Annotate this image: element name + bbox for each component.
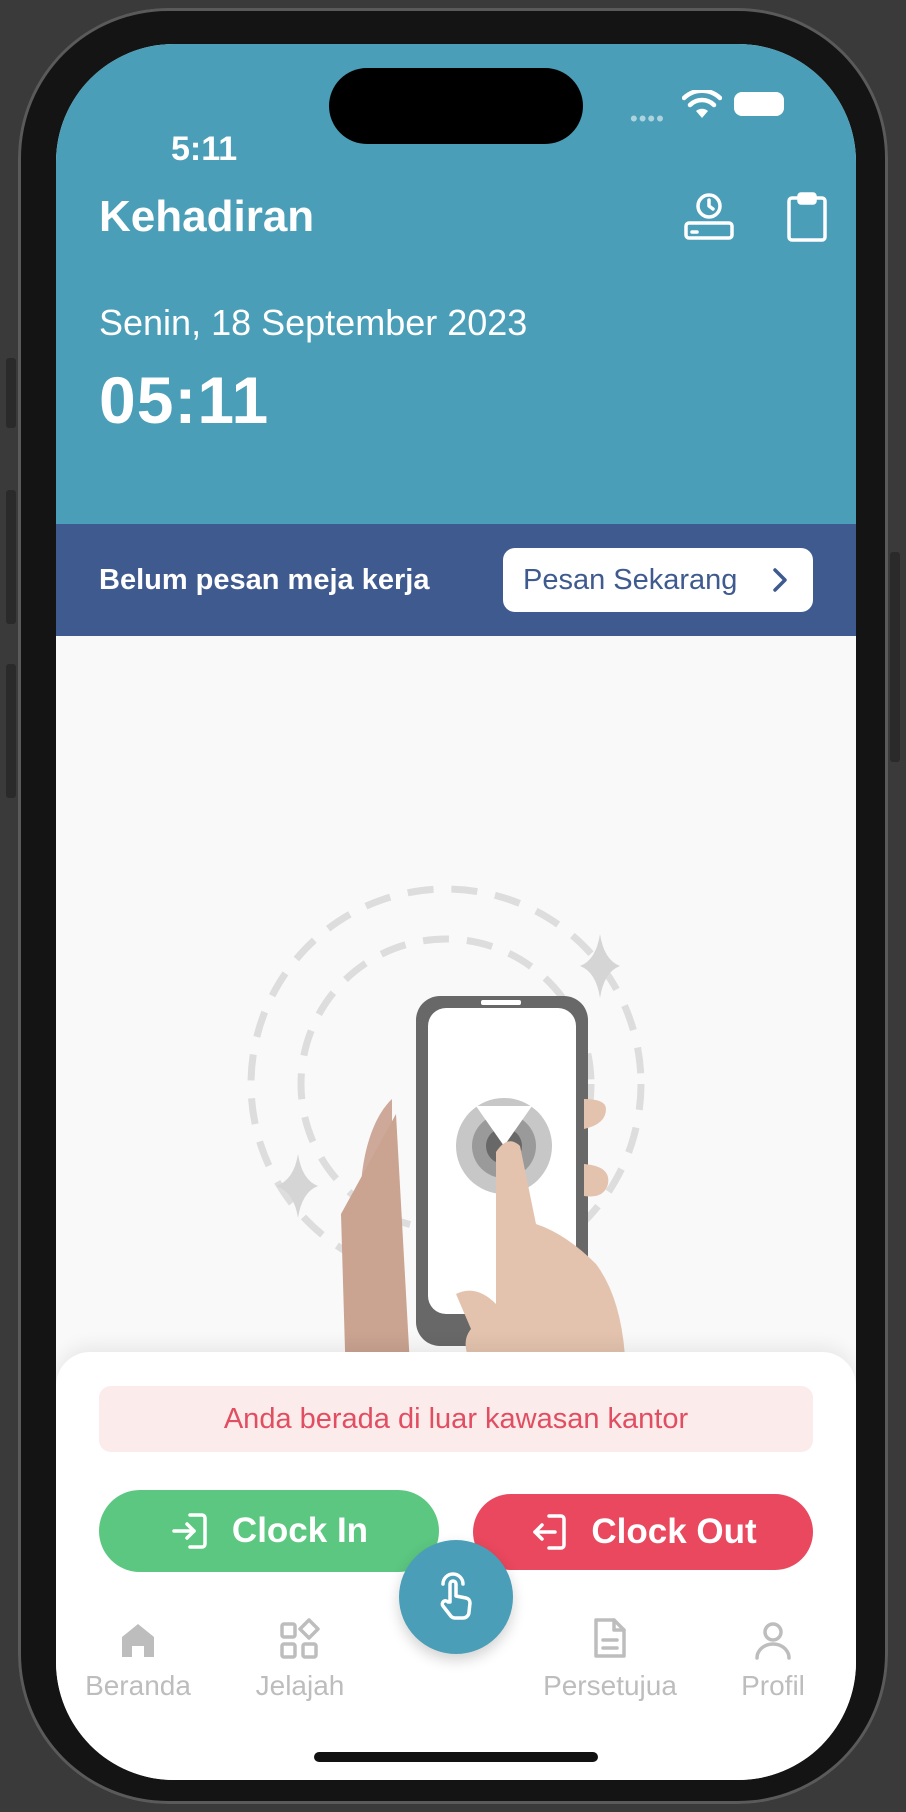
document-icon bbox=[594, 1618, 626, 1658]
page-title: Kehadiran bbox=[99, 192, 315, 241]
battery-icon bbox=[734, 92, 784, 116]
nav-item-persetujuan[interactable]: Persetujua bbox=[530, 1610, 690, 1702]
clipboard-icon bbox=[787, 192, 827, 242]
attendance-header: 5:11 •••• Kehadiran Senin, 18 September … bbox=[56, 44, 856, 524]
dynamic-island bbox=[329, 68, 583, 144]
phone-tap-illustration bbox=[247, 885, 645, 1354]
home-icon bbox=[122, 1624, 154, 1657]
clock-out-button[interactable]: Clock Out bbox=[473, 1494, 813, 1570]
explore-grid-icon bbox=[280, 1618, 320, 1659]
login-icon bbox=[172, 1513, 207, 1549]
attendance-tap-button[interactable] bbox=[399, 1540, 513, 1654]
app-screen: 5:11 •••• Kehadiran Senin, 18 September … bbox=[56, 44, 856, 1780]
nav-item-jelajah[interactable]: Jelajah bbox=[220, 1610, 380, 1702]
nav-item-beranda[interactable]: Beranda bbox=[58, 1610, 218, 1702]
home-indicator[interactable] bbox=[314, 1752, 598, 1762]
desk-booking-banner: Belum pesan meja kerja Pesan Sekarang bbox=[56, 524, 856, 636]
clock-history-icon bbox=[684, 193, 734, 240]
nav-item-label: Jelajah bbox=[255, 1670, 345, 1701]
attendance-history-button[interactable] bbox=[680, 188, 738, 246]
nav-item-label: Profil bbox=[741, 1670, 805, 1701]
book-now-label: Pesan Sekarang bbox=[523, 563, 738, 596]
desk-booking-message: Belum pesan meja kerja bbox=[99, 564, 430, 596]
nav-item-label: Persetujua bbox=[543, 1670, 677, 1701]
clock-in-button[interactable]: Clock In bbox=[99, 1490, 439, 1572]
clipboard-button[interactable] bbox=[778, 188, 836, 246]
volume-down-button bbox=[6, 664, 16, 798]
nav-item-label: Beranda bbox=[85, 1670, 191, 1701]
current-time: 05:11 bbox=[99, 363, 270, 437]
logout-icon bbox=[533, 1514, 567, 1550]
status-time: 5:11 bbox=[171, 130, 238, 168]
tap-finger-icon bbox=[440, 1572, 472, 1620]
book-now-button[interactable]: Pesan Sekarang bbox=[503, 548, 813, 612]
clock-in-label: Clock In bbox=[231, 1511, 369, 1550]
profile-icon bbox=[755, 1622, 791, 1660]
wifi-icon bbox=[682, 90, 722, 118]
nav-item-profil[interactable]: Profil bbox=[693, 1610, 853, 1702]
silent-switch bbox=[6, 358, 16, 428]
chevron-right-icon bbox=[773, 568, 787, 592]
current-date: Senin, 18 September 2023 bbox=[99, 302, 528, 343]
cellular-signal-icon: •••• bbox=[630, 106, 665, 131]
clock-out-label: Clock Out bbox=[591, 1512, 757, 1551]
location-warning: Anda berada di luar kawasan kantor bbox=[99, 1386, 813, 1452]
volume-up-button bbox=[6, 490, 16, 624]
power-button bbox=[890, 552, 900, 762]
